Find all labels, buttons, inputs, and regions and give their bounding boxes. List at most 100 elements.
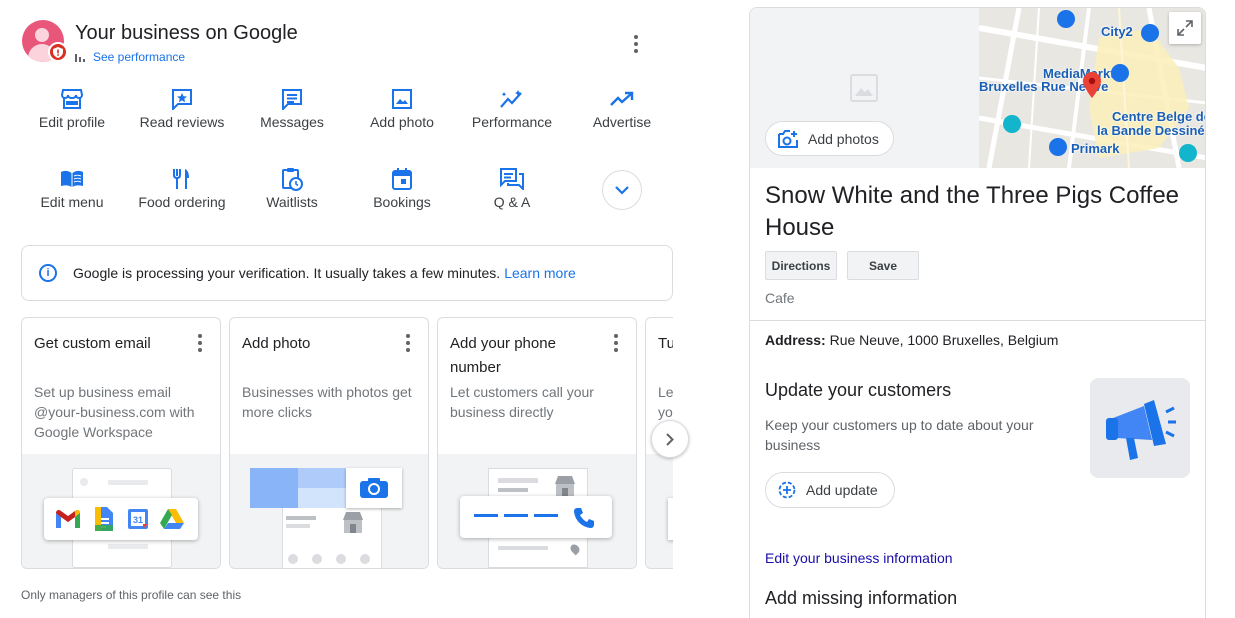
megaphone-icon <box>1090 378 1190 478</box>
phone-illustration <box>438 454 636 568</box>
business-dashboard: Your business on Google See performance … <box>0 0 690 618</box>
business-category: Cafe <box>765 290 795 306</box>
divider <box>750 320 1205 321</box>
map-poi-icon[interactable] <box>1057 10 1075 28</box>
card-description: Set up business email @your-business.com… <box>34 384 195 440</box>
storefront-icon <box>22 86 122 112</box>
map-expand-button[interactable] <box>1169 12 1201 44</box>
address-value: Rue Neuve, 1000 Bruxelles, Belgium <box>829 332 1059 348</box>
action-edit-profile[interactable]: Edit profile <box>22 86 122 130</box>
card-description: Businesses with photos get more clicks <box>242 384 412 420</box>
action-label: Bookings <box>373 194 431 210</box>
update-section-title: Update your customers <box>765 380 952 400</box>
card-title: Add photo <box>242 335 311 352</box>
card-more-icon[interactable] <box>198 334 202 352</box>
business-profile-panel: Add photos City2 MediaMarkt Bruxelles Ru… <box>749 7 1206 618</box>
suggestion-cards: Get custom email Set up business email @… <box>21 317 673 569</box>
card-custom-email[interactable]: Get custom email Set up business email @… <box>21 317 221 569</box>
card-illustration <box>646 454 673 568</box>
managers-note: Only managers of this profile can see th… <box>21 588 242 602</box>
add-update-icon <box>778 481 796 499</box>
action-q-and-a[interactable]: Q & A <box>462 166 562 210</box>
map-poi-icon[interactable] <box>1111 64 1129 82</box>
sparkline-icon <box>462 86 562 112</box>
camera-icon <box>360 478 388 498</box>
svg-text:31: 31 <box>133 515 143 525</box>
map-label: la Bande Dessiné <box>1097 123 1205 138</box>
message-icon <box>242 86 342 112</box>
action-read-reviews[interactable]: Read reviews <box>132 86 232 130</box>
see-performance-link[interactable]: See performance <box>75 50 185 64</box>
business-name: Snow White and the Three Pigs Coffee Hou… <box>765 182 1180 241</box>
add-photos-button[interactable]: Add photos <box>765 121 894 156</box>
add-photos-label: Add photos <box>808 130 879 147</box>
card-more-icon[interactable] <box>406 334 410 352</box>
card-add-photo[interactable]: Add photo Businesses with photos get mor… <box>229 317 429 569</box>
action-label: Food ordering <box>138 194 226 210</box>
action-label: Performance <box>471 114 553 130</box>
location-map[interactable]: City2 MediaMarkt Bruxelles Rue Neuve Cen… <box>979 8 1206 168</box>
more-options-icon[interactable] <box>626 32 646 56</box>
dashboard-header: Your business on Google See performance <box>22 20 652 64</box>
action-waitlists[interactable]: Waitlists <box>242 166 342 210</box>
fork-knife-icon <box>132 166 232 192</box>
trending-up-icon <box>572 86 672 112</box>
action-label: Add photo <box>370 114 434 130</box>
learn-more-link[interactable]: Learn more <box>504 265 576 281</box>
calendar-app-icon: 31 <box>128 509 148 529</box>
action-label: Edit menu <box>40 194 104 210</box>
verification-text: Google is processing your verification. … <box>73 265 501 281</box>
docs-icon <box>95 507 113 531</box>
action-add-photo[interactable]: Add photo <box>352 86 452 130</box>
store-icon <box>343 512 363 533</box>
cards-next-button[interactable] <box>651 420 689 458</box>
card-more-icon[interactable] <box>614 334 618 352</box>
action-messages[interactable]: Messages <box>242 86 342 130</box>
card-add-phone[interactable]: Add your phone number Let customers call… <box>437 317 637 569</box>
forum-icon <box>462 166 562 192</box>
edit-business-info-link[interactable]: Edit your business information <box>765 550 953 566</box>
map-pin-icon[interactable] <box>1083 72 1101 98</box>
map-poi-icon[interactable] <box>1141 24 1159 42</box>
card-title: Tu <box>658 335 673 352</box>
photo-placeholder: Add photos <box>750 8 979 168</box>
map-poi-icon[interactable] <box>1049 138 1067 156</box>
workspace-illustration: 31 <box>22 454 220 568</box>
card-title: Add your phone number <box>450 335 556 376</box>
update-section-description: Keep your customers up to date about you… <box>765 417 1034 453</box>
action-food-ordering[interactable]: Food ordering <box>132 166 232 210</box>
action-label: Read reviews <box>139 114 225 130</box>
drive-icon <box>160 509 184 529</box>
map-poi-icon[interactable] <box>1179 144 1197 162</box>
clipboard-clock-icon <box>242 166 342 192</box>
action-advertise[interactable]: Advertise <box>572 86 672 130</box>
save-button[interactable]: Save <box>847 251 919 280</box>
action-edit-menu[interactable]: Edit menu <box>22 166 122 210</box>
action-label: Messages <box>260 114 324 130</box>
map-label: City2 <box>1101 24 1133 39</box>
map-label: Centre Belge de <box>1112 109 1206 124</box>
add-update-button[interactable]: Add update <box>765 472 895 508</box>
chevron-down-icon <box>615 185 629 195</box>
expand-actions-button[interactable] <box>602 170 642 210</box>
page-title: Your business on Google <box>75 22 298 44</box>
action-bookings[interactable]: Bookings <box>352 166 452 210</box>
image-placeholder-icon <box>850 74 878 102</box>
add-photo-camera-icon <box>778 129 798 148</box>
phone-icon <box>574 508 594 528</box>
verification-shield-icon <box>48 42 68 62</box>
map-poi-icon[interactable] <box>1003 115 1021 133</box>
map-label: Primark <box>1071 141 1120 156</box>
calendar-icon <box>352 166 452 192</box>
address-label: Address: <box>765 332 826 348</box>
store-icon <box>555 476 575 497</box>
see-performance-label: See performance <box>93 50 186 64</box>
photo-illustration <box>230 454 428 568</box>
action-performance[interactable]: Performance <box>462 86 562 130</box>
action-label: Edit profile <box>38 114 106 130</box>
star-review-icon <box>132 86 232 112</box>
bar-chart-icon <box>75 54 85 62</box>
info-icon: i <box>39 264 57 282</box>
card-description: Le yo <box>658 384 673 420</box>
directions-button[interactable]: Directions <box>765 251 837 280</box>
